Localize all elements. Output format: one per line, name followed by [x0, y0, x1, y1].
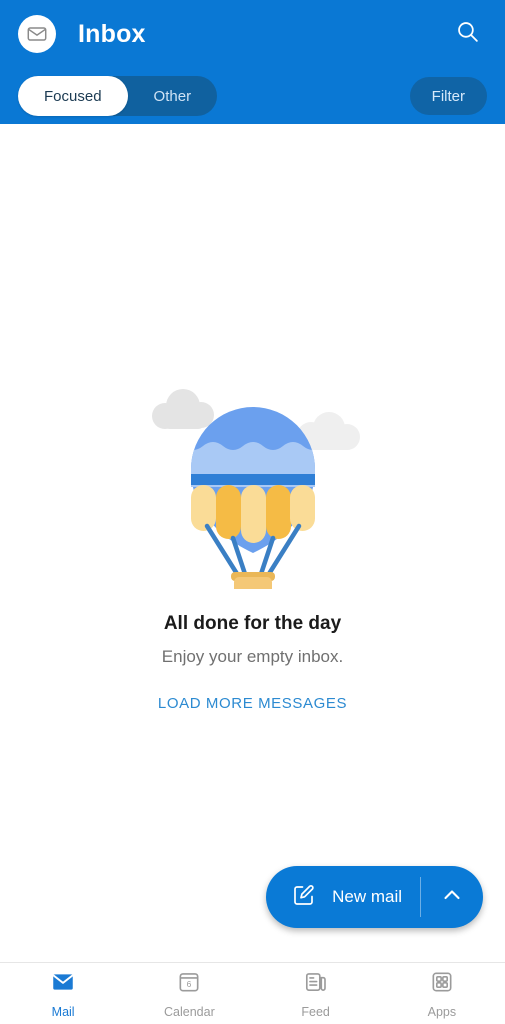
filter-button[interactable]: Filter	[409, 77, 487, 115]
nav-item-calendar[interactable]: 6 Calendar	[126, 963, 252, 1024]
balloon-basket-shape	[230, 572, 275, 589]
calendar-icon: 6	[176, 969, 202, 1000]
nav-item-apps[interactable]: Apps	[379, 963, 505, 1024]
envelope-outline-icon	[26, 23, 48, 45]
search-button[interactable]	[447, 14, 487, 54]
header-filter-row: Focused Other Filter	[0, 74, 505, 118]
new-mail-button[interactable]: New mail	[266, 866, 420, 928]
calendar-day-number: 6	[187, 978, 192, 988]
tab-focused-label: Focused	[44, 87, 102, 105]
load-more-messages-button[interactable]: LOAD MORE MESSAGES	[158, 695, 347, 712]
empty-state-subtitle: Enjoy your empty inbox.	[161, 647, 344, 666]
page-title: Inbox	[78, 19, 146, 48]
tab-other[interactable]: Other	[128, 76, 218, 116]
nav-item-calendar-label: Calendar	[164, 1004, 215, 1019]
hot-air-balloon-illustration	[133, 374, 373, 589]
avatar[interactable]	[18, 15, 56, 53]
nav-item-mail[interactable]: Mail	[0, 963, 126, 1024]
nav-item-mail-label: Mail	[51, 1004, 75, 1019]
cloud-left-shape	[151, 389, 214, 429]
new-mail-label: New mail	[332, 887, 402, 906]
fab-expand-button[interactable]	[421, 866, 483, 928]
focus-toggle: Focused Other	[18, 76, 218, 116]
apps-grid-icon	[429, 969, 455, 1000]
filter-button-label: Filter	[431, 87, 465, 105]
compose-icon	[292, 883, 316, 912]
bottom-navigation: Mail 6 Calendar Feed Apps	[0, 962, 505, 1024]
mail-app-screen: Inbox Focused Other Filter All done for …	[0, 0, 505, 1024]
app-header: Inbox Focused Other Filter	[0, 0, 505, 124]
mail-icon	[50, 969, 76, 1000]
nav-item-apps-label: Apps	[427, 1004, 457, 1019]
empty-inbox-state: All done for the day Enjoy your empty in…	[0, 124, 505, 962]
tab-other-label: Other	[153, 87, 192, 105]
chevron-up-icon	[440, 883, 464, 912]
new-mail-fab: New mail	[266, 866, 483, 928]
feed-icon	[303, 969, 329, 1000]
nav-item-feed[interactable]: Feed	[253, 963, 379, 1024]
nav-item-feed-label: Feed	[301, 1004, 330, 1019]
tab-focused[interactable]: Focused	[18, 76, 128, 116]
header-top-row: Inbox	[0, 0, 505, 68]
search-icon	[455, 19, 480, 49]
empty-state-title: All done for the day	[163, 613, 342, 634]
